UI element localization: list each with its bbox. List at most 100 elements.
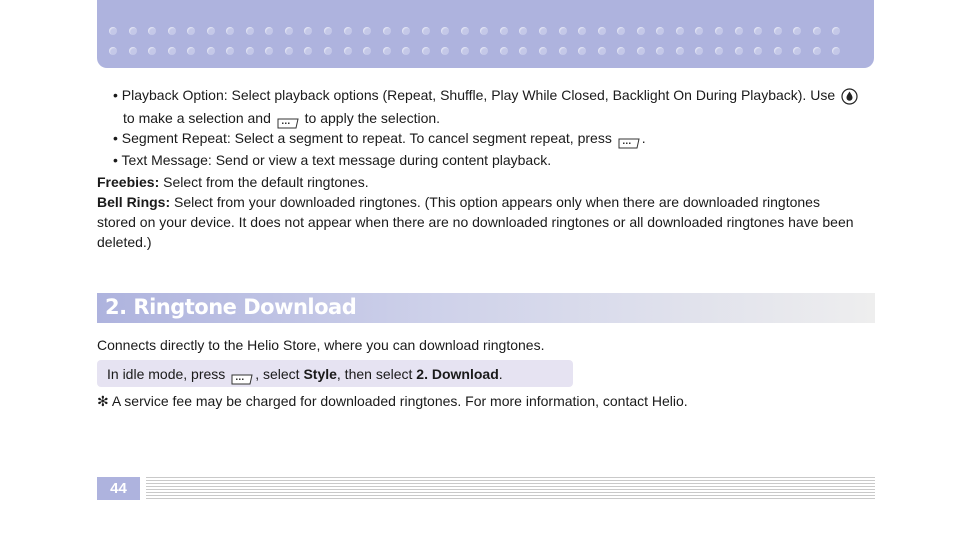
banner-dot — [793, 47, 802, 55]
banner-dot — [324, 47, 333, 55]
banner-dot — [617, 27, 626, 35]
banner-dot — [128, 47, 137, 55]
instruction-box: In idle mode, press , select Style, then… — [97, 360, 573, 387]
banner-dot-row — [109, 47, 869, 67]
banner-dot — [773, 27, 782, 35]
banner-dot — [167, 27, 176, 35]
banner-dot — [480, 47, 489, 55]
banner-dot — [539, 47, 548, 55]
instruction-download-label: 2. Download — [416, 366, 499, 382]
instruction-part3: , then select — [336, 366, 417, 382]
bell-rings-line3: deleted.) — [97, 234, 152, 250]
banner-dot — [793, 27, 802, 35]
ok-key-icon — [841, 88, 858, 105]
banner-dot — [695, 27, 704, 35]
instruction-text: In idle mode, press , select Style, then… — [107, 364, 503, 385]
banner-dot — [363, 47, 372, 55]
banner-dot — [421, 27, 430, 35]
banner-dot — [714, 47, 723, 55]
banner-dot — [343, 47, 352, 55]
banner-dot — [284, 27, 293, 35]
banner-dot — [265, 27, 274, 35]
banner-dot — [148, 27, 157, 35]
banner-dot — [441, 47, 450, 55]
banner-dot — [245, 47, 254, 55]
banner-dot — [148, 47, 157, 55]
freebies-paragraph: Freebies: Select from the default ringto… — [97, 172, 369, 192]
banner-dot — [812, 47, 821, 55]
freebies-label: Freebies: — [97, 174, 160, 190]
bullet-playback-text: • Playback Option: Select playback optio… — [113, 87, 836, 103]
banner-dot — [499, 47, 508, 55]
banner-dot — [558, 27, 567, 35]
banner-dot — [245, 27, 254, 35]
banner-dot-row — [109, 27, 869, 47]
banner-dot — [402, 47, 411, 55]
banner-dot — [206, 47, 215, 55]
bell-rings-line2: stored on your device. It does not appea… — [97, 214, 854, 230]
banner-dot — [734, 27, 743, 35]
banner-dot — [832, 47, 841, 55]
banner-dot — [812, 27, 821, 35]
playback-continuation-text-b: to apply the selection. — [304, 110, 441, 126]
section-header-bar: 2. Ringtone Download — [97, 293, 875, 323]
banner-dot — [480, 27, 489, 35]
banner-dot — [754, 47, 763, 55]
banner-dot — [226, 47, 235, 55]
service-fee-note: ✻ A service fee may be charged for downl… — [97, 393, 688, 409]
bullet-playback-option: • Playback Option: Select playback optio… — [113, 85, 858, 105]
banner-dot — [656, 47, 665, 55]
banner-dot — [304, 27, 313, 35]
banner-dot — [754, 27, 763, 35]
banner-dot — [832, 27, 841, 35]
banner-dot — [187, 27, 196, 35]
section-intro: Connects directly to the Helio Store, wh… — [97, 337, 545, 353]
banner-dot — [675, 47, 684, 55]
segment-repeat-text: • Segment Repeat: Select a segment to re… — [113, 130, 612, 146]
banner-dot — [421, 47, 430, 55]
banner-dot — [109, 47, 117, 55]
banner-dot — [734, 47, 743, 55]
banner-dot — [656, 27, 665, 35]
bell-rings-line1: Select from your downloaded ringtones. (… — [170, 194, 820, 210]
menu-softkey-icon — [231, 370, 253, 385]
banner-dot — [773, 47, 782, 55]
page-number: 44 — [97, 477, 140, 500]
banner-dot — [636, 47, 645, 55]
instruction-part1: In idle mode, press — [107, 366, 226, 382]
banner-dot — [128, 27, 137, 35]
banner-dot — [499, 27, 508, 35]
banner-dot — [617, 47, 626, 55]
instruction-style-label: Style — [303, 366, 337, 382]
banner-dot — [578, 47, 587, 55]
section-title: 2. Ringtone Download — [105, 295, 357, 319]
banner-dot — [441, 27, 450, 35]
playback-continuation-text-a: to make a selection and — [123, 110, 271, 126]
banner-dot — [519, 27, 528, 35]
bullet-playback-continuation: to make a selection and to apply the sel… — [123, 108, 441, 129]
banner-dot — [402, 27, 411, 35]
banner-dot — [675, 27, 684, 35]
banner-dot — [265, 47, 274, 55]
bell-rings-paragraph: Bell Rings: Select from your downloaded … — [97, 192, 820, 212]
segment-repeat-period: . — [641, 130, 646, 146]
banner-dot — [363, 27, 372, 35]
freebies-text: Select from the default ringtones. — [159, 174, 369, 190]
banner-dot — [382, 47, 391, 55]
banner-dot — [636, 27, 645, 35]
bell-rings-label: Bell Rings: — [97, 194, 171, 210]
banner-dot-pattern — [109, 27, 869, 67]
banner-dot — [519, 47, 528, 55]
banner-dot — [578, 27, 587, 35]
banner-dot — [284, 47, 293, 55]
banner-dot — [539, 27, 548, 35]
bullet-text-message: • Text Message: Send or view a text mess… — [113, 150, 551, 170]
banner-dot — [558, 47, 567, 55]
banner-dot — [226, 27, 235, 35]
banner-dot — [206, 27, 215, 35]
banner-dot — [109, 27, 117, 35]
banner-dot — [695, 47, 704, 55]
footer-rule — [146, 477, 875, 500]
text-message-text: • Text Message: Send or view a text mess… — [113, 152, 552, 168]
instruction-part2: , select — [255, 366, 304, 382]
